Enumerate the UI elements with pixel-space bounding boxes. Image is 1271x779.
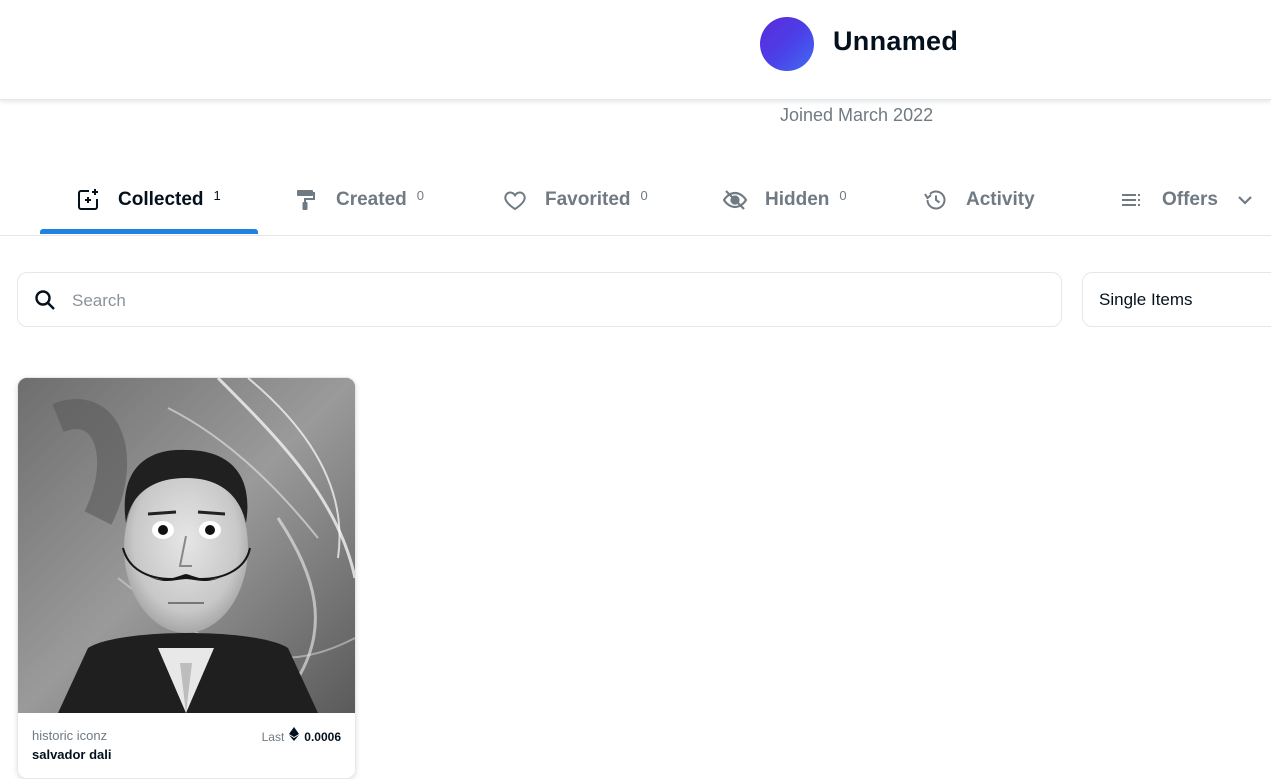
tab-label: Created <box>336 188 407 210</box>
last-price-label: Last <box>261 729 285 744</box>
tab-label: Favorited <box>545 188 631 210</box>
eye-off-icon <box>722 187 748 213</box>
nft-card-footer: historic iconz Last 0.0006 salvador dali <box>18 713 355 778</box>
ethereum-icon <box>289 727 300 746</box>
nft-image <box>18 378 355 713</box>
profile-name: Unnamed <box>833 26 959 56</box>
tab-favorited[interactable]: Favorited 0 <box>502 164 648 235</box>
tab-label: Hidden <box>765 188 830 210</box>
history-icon <box>923 187 949 213</box>
tab-count: 1 <box>213 188 221 203</box>
chevron-down-icon[interactable] <box>1232 187 1258 213</box>
item-type-select[interactable]: Single Items <box>1082 272 1271 327</box>
tab-count: 0 <box>640 188 648 203</box>
active-tab-indicator <box>40 229 258 234</box>
profile-tabs: Collected 1 Created 0 Favorited 0 Hidden… <box>0 164 1271 236</box>
tab-label: Activity <box>966 188 1035 210</box>
collected-icon <box>75 187 101 213</box>
joined-date: Joined March 2022 <box>780 105 934 125</box>
last-price: Last 0.0006 <box>262 727 341 746</box>
tab-label: Collected <box>118 188 204 210</box>
list-icon <box>1119 187 1145 213</box>
tab-hidden[interactable]: Hidden 0 <box>722 164 847 235</box>
last-price-value: 0.0006 <box>304 729 341 744</box>
search-input[interactable] <box>70 273 1034 328</box>
heart-icon <box>502 187 528 213</box>
tab-count: 0 <box>839 188 847 203</box>
nft-card[interactable]: historic iconz Last 0.0006 salvador dali <box>17 377 356 779</box>
tab-label: Offers <box>1162 188 1218 210</box>
nft-name[interactable]: salvador dali <box>32 747 111 762</box>
tab-offers[interactable]: Offers <box>1119 164 1258 235</box>
tab-count: 0 <box>416 188 424 203</box>
avatar[interactable] <box>760 17 814 71</box>
tab-created[interactable]: Created 0 <box>293 164 424 235</box>
collection-name[interactable]: historic iconz <box>32 728 107 743</box>
tab-collected[interactable]: Collected 1 <box>75 164 221 235</box>
profile-header: Unnamed <box>0 0 1271 100</box>
search-icon <box>34 289 56 311</box>
tab-activity[interactable]: Activity <box>923 164 1035 235</box>
search-bar <box>17 272 1062 328</box>
item-type-selected: Single Items <box>1099 290 1193 309</box>
paint-roller-icon <box>293 187 319 213</box>
